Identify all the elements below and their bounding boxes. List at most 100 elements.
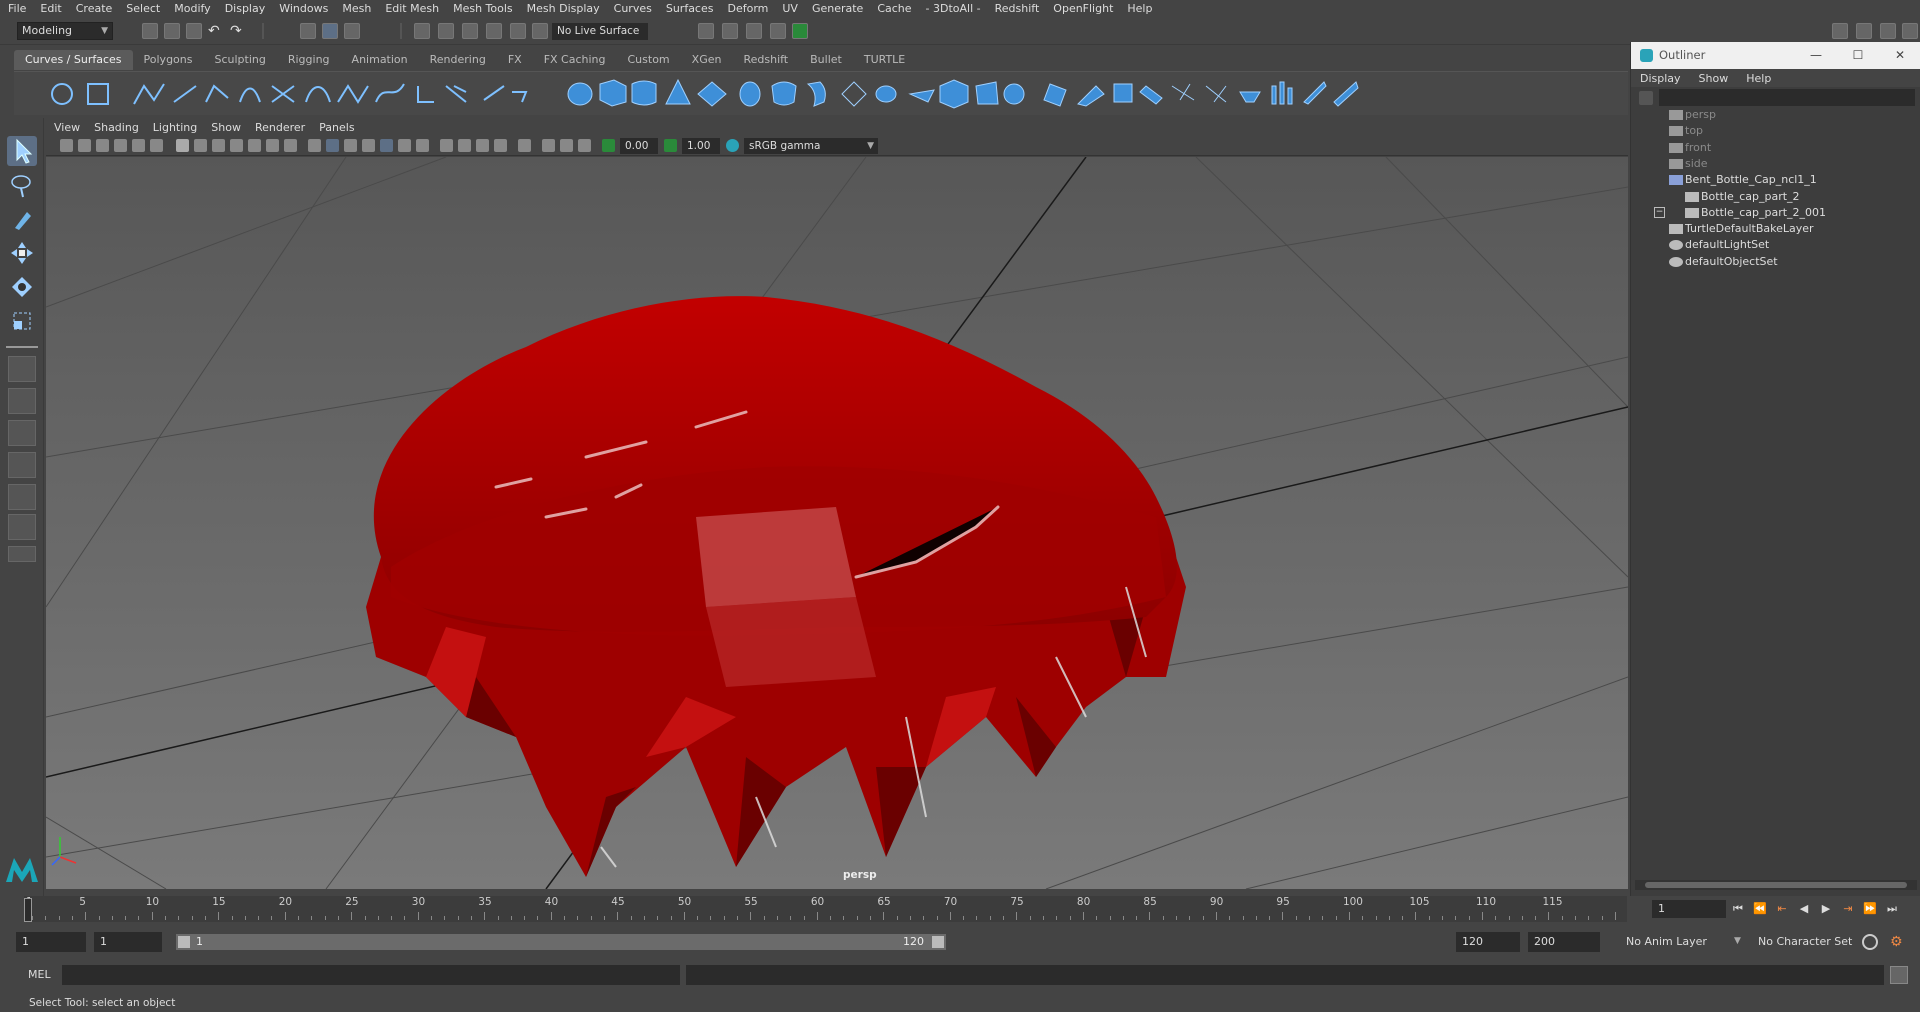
resolution-gate-icon[interactable]: [212, 139, 225, 152]
lasso-tool-icon[interactable]: [7, 170, 37, 200]
menu-create[interactable]: Create: [76, 2, 113, 15]
snap-grid-icon[interactable]: [414, 23, 430, 39]
menu-display[interactable]: Display: [225, 2, 266, 15]
screen-space-ao-icon[interactable]: [440, 139, 453, 152]
menu-mesh-display[interactable]: Mesh Display: [527, 2, 600, 15]
channel-box-icon[interactable]: [1880, 23, 1896, 39]
panel-menu-renderer[interactable]: Renderer: [255, 121, 305, 134]
menu-windows[interactable]: Windows: [279, 2, 328, 15]
shelf-tab-rendering[interactable]: Rendering: [419, 50, 497, 70]
outliner-search-input[interactable]: [1659, 89, 1915, 106]
current-frame-field[interactable]: 1: [1652, 900, 1726, 918]
step-back-key-icon[interactable]: ⏪: [1752, 902, 1768, 916]
go-to-end-icon[interactable]: ⏭: [1884, 902, 1900, 916]
four-pane-layout-icon[interactable]: [8, 388, 36, 414]
menu-openflight[interactable]: OpenFlight: [1053, 2, 1113, 15]
shelf-tab-turtle[interactable]: TURTLE: [853, 50, 916, 70]
step-forward-key-icon[interactable]: ⏩: [1862, 902, 1878, 916]
render-settings-icon[interactable]: [746, 23, 762, 39]
command-input[interactable]: [62, 965, 680, 985]
snap-curve-icon[interactable]: [438, 23, 454, 39]
depth-of-field-icon[interactable]: [494, 139, 507, 152]
animation-prefs-icon[interactable]: ⚙: [1890, 934, 1906, 950]
menu-select[interactable]: Select: [126, 2, 160, 15]
anim-layer-select[interactable]: No Anim Layer: [1620, 932, 1738, 952]
gate-mask-icon[interactable]: [230, 139, 243, 152]
xray-joints-icon[interactable]: [560, 139, 573, 152]
ipr-render-icon[interactable]: [722, 23, 738, 39]
playback-start-field[interactable]: 1: [94, 932, 162, 952]
menu-edit-mesh[interactable]: Edit Mesh: [385, 2, 439, 15]
shelf-tab-rigging[interactable]: Rigging: [277, 50, 341, 70]
range-bar[interactable]: 1 120: [176, 934, 946, 950]
grid-icon[interactable]: [176, 139, 189, 152]
snap-edge-icon[interactable]: [532, 23, 548, 39]
menu-file[interactable]: File: [8, 2, 26, 15]
panel-menu-view[interactable]: View: [54, 121, 80, 134]
menu-mesh-tools[interactable]: Mesh Tools: [453, 2, 513, 15]
step-forward-frame-icon[interactable]: ⇥: [1840, 902, 1856, 916]
play-backwards-icon[interactable]: ◀: [1796, 902, 1812, 916]
animation-start-field[interactable]: 1: [16, 932, 86, 952]
render-icon[interactable]: [698, 23, 714, 39]
menu-uv[interactable]: UV: [782, 2, 798, 15]
menu-modify[interactable]: Modify: [174, 2, 210, 15]
multisample-aa-icon[interactable]: [476, 139, 489, 152]
image-plane-icon[interactable]: [114, 139, 127, 152]
menu-help[interactable]: Help: [1127, 2, 1152, 15]
range-end-handle[interactable]: [932, 936, 944, 948]
move-tool-icon[interactable]: [7, 238, 37, 268]
shelf-tab-sculpting[interactable]: Sculpting: [203, 50, 276, 70]
open-scene-icon[interactable]: [164, 23, 180, 39]
color-management-icon[interactable]: [726, 139, 739, 152]
live-surface-field[interactable]: No Live Surface: [552, 23, 648, 40]
script-editor-icon[interactable]: [1890, 966, 1908, 984]
snap-view-icon[interactable]: [486, 23, 502, 39]
shelf-tab-custom[interactable]: Custom: [617, 50, 681, 70]
menu-surfaces[interactable]: Surfaces: [666, 2, 714, 15]
save-scene-icon[interactable]: [186, 23, 202, 39]
panel-menu-show[interactable]: Show: [211, 121, 241, 134]
redshift-render-icon[interactable]: [792, 23, 808, 39]
menu-curves[interactable]: Curves: [614, 2, 652, 15]
tool-settings-icon[interactable]: [1902, 23, 1918, 39]
grease-pencil-icon[interactable]: [150, 139, 163, 152]
perspective-viewport[interactable]: persp: [46, 157, 1628, 889]
range-start-handle[interactable]: [178, 936, 190, 948]
close-icon[interactable]: ✕: [1885, 42, 1915, 69]
single-pane-layout-icon[interactable]: [8, 356, 36, 382]
character-set-select[interactable]: No Character Set: [1752, 932, 1860, 952]
gamma-field[interactable]: 1.00: [682, 138, 720, 154]
rotate-tool-icon[interactable]: [7, 272, 37, 302]
scale-tool-icon[interactable]: [7, 306, 37, 336]
outliner-menu-show[interactable]: Show: [1699, 72, 1729, 85]
shelf-tab-animation[interactable]: Animation: [341, 50, 419, 70]
smooth-shade-icon[interactable]: [326, 139, 339, 152]
play-forwards-icon[interactable]: ▶: [1818, 902, 1834, 916]
camera-attributes-icon[interactable]: [78, 139, 91, 152]
menu-redshift[interactable]: Redshift: [995, 2, 1040, 15]
2d-pan-zoom-icon[interactable]: [132, 139, 145, 152]
undo-icon[interactable]: ↶: [208, 23, 224, 39]
panel-menu-shading[interactable]: Shading: [94, 121, 139, 134]
scroll-thumb[interactable]: [1645, 882, 1907, 888]
outliner-menu-help[interactable]: Help: [1746, 72, 1771, 85]
shelf-tab-bullet[interactable]: Bullet: [799, 50, 853, 70]
panel-menu-panels[interactable]: Panels: [319, 121, 354, 134]
menu-edit[interactable]: Edit: [40, 2, 61, 15]
select-hierarchy-icon[interactable]: [300, 23, 316, 39]
motion-blur-icon[interactable]: [458, 139, 471, 152]
step-back-frame-icon[interactable]: ⇤: [1774, 902, 1790, 916]
two-pane-side-layout-icon[interactable]: [8, 420, 36, 446]
shelf-tab-xgen[interactable]: XGen: [681, 50, 733, 70]
current-time-indicator[interactable]: [24, 898, 32, 922]
exposure-field[interactable]: 0.00: [620, 138, 658, 154]
film-gate-icon[interactable]: [194, 139, 207, 152]
workspace-icon[interactable]: [1832, 23, 1848, 39]
select-component-icon[interactable]: [344, 23, 360, 39]
isolate-select-icon[interactable]: [518, 139, 531, 152]
safe-action-icon[interactable]: [266, 139, 279, 152]
collapse-toggle-icon[interactable]: −: [1654, 207, 1665, 218]
select-object-icon[interactable]: [322, 23, 338, 39]
snap-point-icon[interactable]: [462, 23, 478, 39]
